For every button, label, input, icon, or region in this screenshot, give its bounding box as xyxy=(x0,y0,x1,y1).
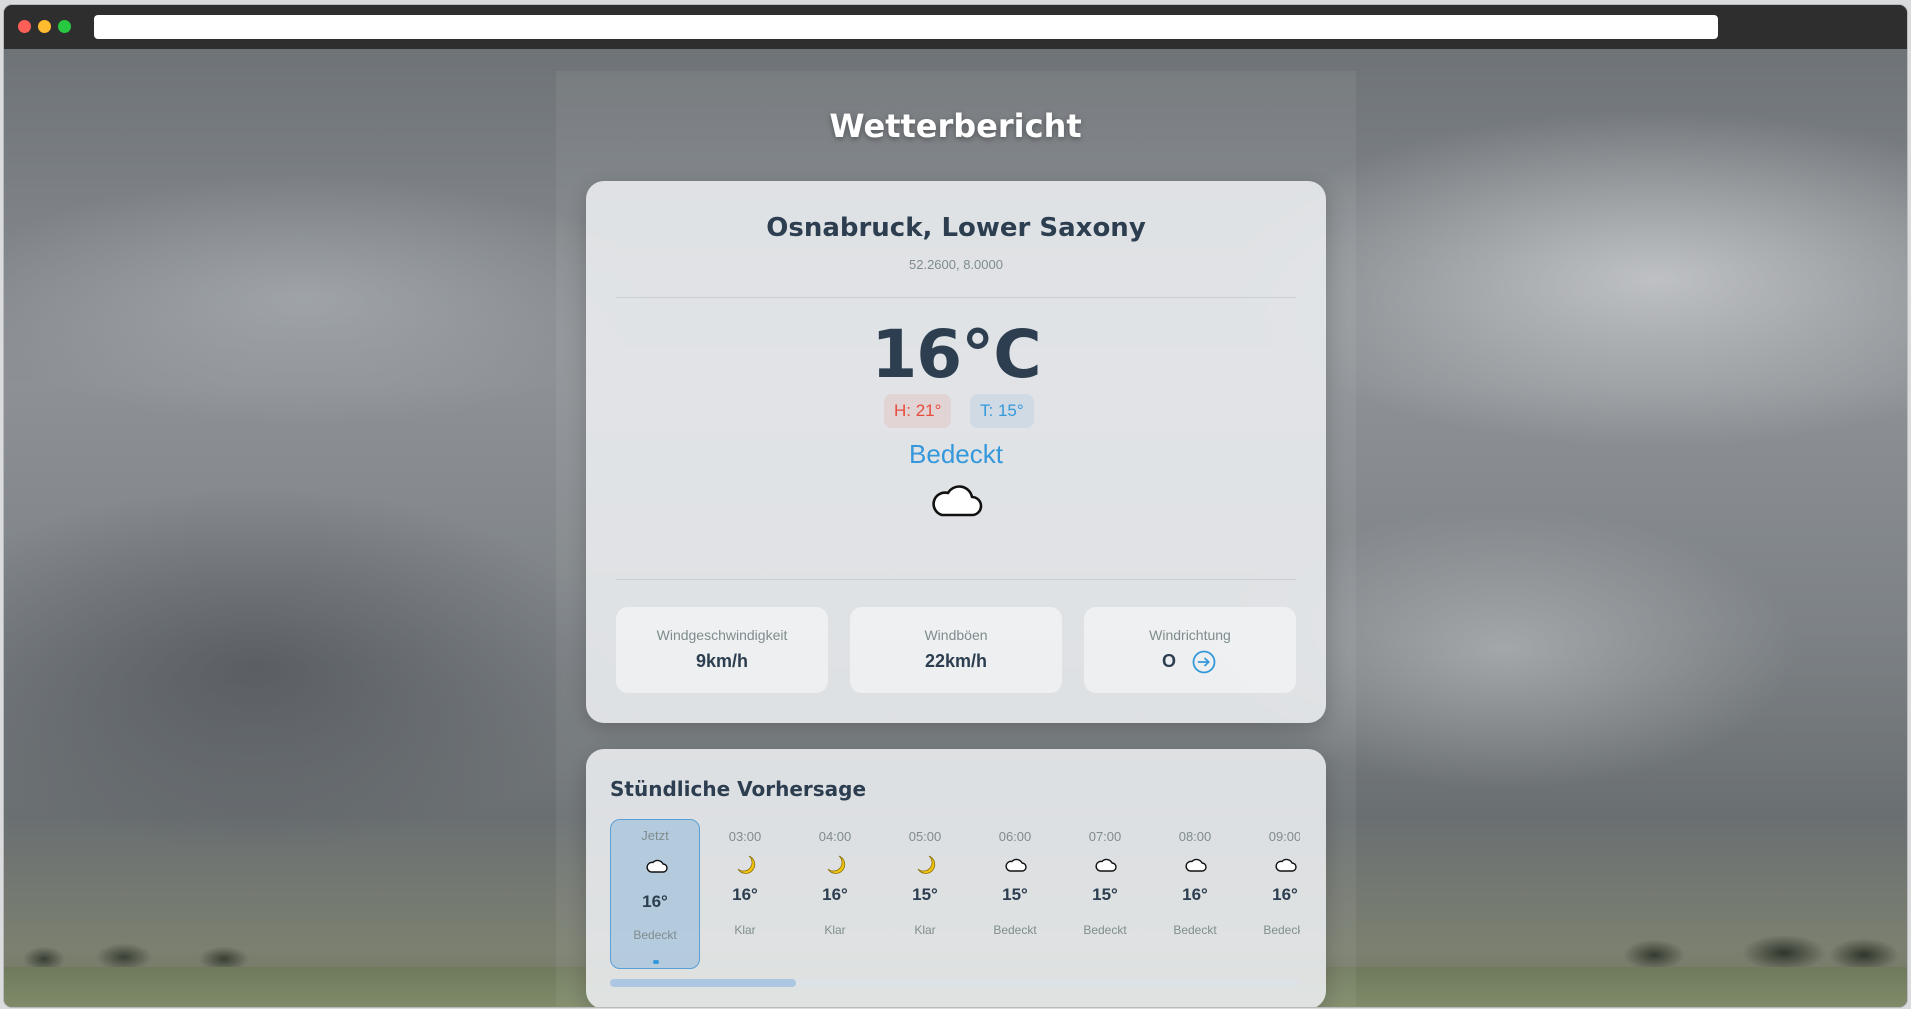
hourly-scrollbar-thumb[interactable] xyxy=(610,979,796,987)
coordinates: 52.2600, 8.0000 xyxy=(909,257,1003,272)
moon-icon xyxy=(827,855,846,874)
low-temperature-badge: T: 15° xyxy=(970,394,1034,428)
minimize-window-button[interactable] xyxy=(38,20,51,33)
hourly-forecast-strip[interactable]: Jetzt 16° Bedeckt 03:00 16° Klar 04:00 1… xyxy=(610,819,1300,979)
wind-gust-tile: Windböen 22km/h xyxy=(850,607,1062,693)
address-bar[interactable] xyxy=(94,15,1718,39)
wind-speed-value: 9km/h xyxy=(695,651,749,671)
wind-speed-tile: Windgeschwindigkeit 9km/h xyxy=(616,607,828,693)
wind-gust-value: 22km/h xyxy=(924,651,988,671)
hour-item-now[interactable]: Jetzt 16° Bedeckt xyxy=(610,819,700,969)
wind-direction-tile: Windrichtung O xyxy=(1084,607,1296,693)
condition-text: Bedeckt xyxy=(909,439,1003,469)
hour-time: 07:00 xyxy=(1088,829,1122,844)
hour-item[interactable]: 08:00 16° Bedeckt xyxy=(1150,819,1240,969)
moon-icon xyxy=(737,855,756,874)
arrow-right-circle-icon xyxy=(1192,650,1216,674)
wind-gust-label: Windböen xyxy=(924,627,988,643)
hour-condition: Klar xyxy=(914,923,936,937)
hourly-forecast-card: Stündliche Vorhersage Jetzt 16° Bedeckt … xyxy=(586,749,1326,1007)
close-window-button[interactable] xyxy=(18,20,31,33)
cloud-icon xyxy=(1185,858,1207,872)
wind-speed-label: Windgeschwindigkeit xyxy=(656,627,788,643)
hour-time: 09:00 xyxy=(1268,829,1300,844)
hour-temp: 15° xyxy=(1002,885,1028,904)
hour-item[interactable]: 07:00 15° Bedeckt xyxy=(1060,819,1150,969)
cloud-icon xyxy=(932,485,983,517)
hour-time: 04:00 xyxy=(818,829,852,844)
hour-item[interactable]: 05:00 15° Klar xyxy=(880,819,970,969)
hour-condition: Klar xyxy=(734,923,756,937)
hour-condition: Klar xyxy=(824,923,846,937)
hour-condition: Bedeckt xyxy=(633,928,677,942)
cloud-icon xyxy=(1275,858,1297,872)
current-weather-card: Osnabruck, Lower Saxony 52.2600, 8.0000 … xyxy=(586,181,1326,723)
hour-time: 08:00 xyxy=(1178,829,1212,844)
wind-direction-label: Windrichtung xyxy=(1149,627,1231,643)
page-title: Wetterbericht xyxy=(829,107,1082,145)
browser-toolbar xyxy=(4,5,1907,49)
page-viewport: Wetterbericht Osnabruck, Lower Saxony 52… xyxy=(4,49,1907,1007)
hourly-forecast-title: Stündliche Vorhersage xyxy=(610,777,867,801)
hour-time: 06:00 xyxy=(998,829,1032,844)
hourly-scrollbar[interactable] xyxy=(610,979,1300,987)
hour-temp: 16° xyxy=(822,885,848,904)
wind-direction-value: O xyxy=(1162,651,1177,671)
hour-temp: 16° xyxy=(642,892,668,911)
hour-item[interactable]: 09:00 16° Bedeckt xyxy=(1240,819,1300,969)
hour-item[interactable]: 04:00 16° Klar xyxy=(790,819,880,969)
cloud-icon xyxy=(646,859,668,873)
divider xyxy=(616,297,1296,298)
hour-item[interactable]: 03:00 16° Klar xyxy=(700,819,790,969)
hour-temp: 15° xyxy=(1092,885,1118,904)
browser-window: Wetterbericht Osnabruck, Lower Saxony 52… xyxy=(4,5,1907,1007)
hour-item[interactable]: 06:00 15° Bedeckt xyxy=(970,819,1060,969)
moon-icon xyxy=(917,855,936,874)
hour-time: 03:00 xyxy=(728,829,762,844)
location-name: Osnabruck, Lower Saxony xyxy=(766,213,1146,243)
maximize-window-button[interactable] xyxy=(58,20,71,33)
hour-temp: 16° xyxy=(732,885,758,904)
hour-condition: Bedeckt xyxy=(1083,923,1127,937)
hour-time: Jetzt xyxy=(641,828,669,843)
cloud-icon xyxy=(1005,858,1027,872)
hour-time: 05:00 xyxy=(908,829,942,844)
hour-temp: 16° xyxy=(1182,885,1208,904)
current-temperature: 16°C xyxy=(871,316,1041,393)
hour-condition: Bedeckt xyxy=(1173,923,1217,937)
high-temperature-badge: H: 21° xyxy=(884,394,952,428)
active-indicator xyxy=(653,960,659,964)
hour-temp: 15° xyxy=(912,885,938,904)
hour-condition: Bedeckt xyxy=(993,923,1037,937)
cloud-icon xyxy=(1095,858,1117,872)
hour-temp: 16° xyxy=(1272,885,1298,904)
hour-condition: Bedeckt xyxy=(1263,923,1300,937)
divider xyxy=(616,579,1296,580)
